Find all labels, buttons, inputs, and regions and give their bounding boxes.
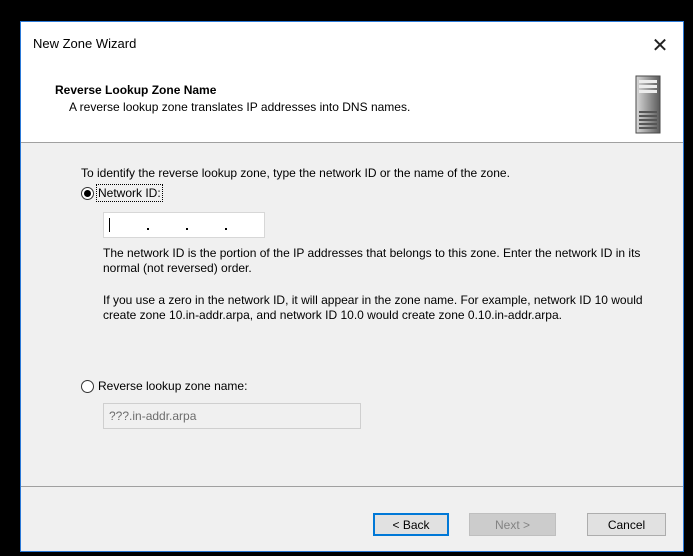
reverse-zone-name-option[interactable]: Reverse lookup zone name: xyxy=(81,379,247,393)
network-id-radio[interactable] xyxy=(81,186,94,200)
back-button[interactable]: < Back xyxy=(373,513,449,536)
intro-text: To identify the reverse lookup zone, typ… xyxy=(81,166,510,180)
title-bar: New Zone Wizard ✕ xyxy=(21,22,683,68)
network-id-option[interactable]: Network ID: xyxy=(81,184,163,202)
new-zone-wizard-window: New Zone Wizard ✕ Reverse Lookup Zone Na… xyxy=(20,21,684,552)
reverse-zone-name-radio[interactable] xyxy=(81,379,94,393)
reverse-zone-name-input: ???.in-addr.arpa xyxy=(103,403,361,429)
close-icon: ✕ xyxy=(651,34,669,57)
reverse-zone-name-label[interactable]: Reverse lookup zone name: xyxy=(98,379,247,393)
page-subtitle: A reverse lookup zone translates IP addr… xyxy=(69,100,411,114)
next-button: Next > xyxy=(469,513,556,536)
page-title: Reverse Lookup Zone Name xyxy=(55,83,217,97)
server-icon xyxy=(635,75,661,134)
ip-octet-separator xyxy=(225,228,227,230)
wizard-body: To identify the reverse lookup zone, typ… xyxy=(21,143,683,483)
network-id-help: The network ID is the portion of the IP … xyxy=(103,246,641,275)
close-button[interactable]: ✕ xyxy=(637,22,683,68)
network-id-input[interactable] xyxy=(103,212,265,238)
wizard-header: Reverse Lookup Zone Name A reverse looku… xyxy=(21,68,683,143)
footer-divider xyxy=(21,486,683,487)
zero-network-id-help: If you use a zero in the network ID, it … xyxy=(103,293,643,322)
ip-octet-separator xyxy=(186,228,188,230)
cancel-button[interactable]: Cancel xyxy=(587,513,666,536)
network-id-label[interactable]: Network ID: xyxy=(96,184,163,202)
text-caret xyxy=(109,218,110,232)
window-title: New Zone Wizard xyxy=(33,36,137,51)
ip-octet-separator xyxy=(147,228,149,230)
